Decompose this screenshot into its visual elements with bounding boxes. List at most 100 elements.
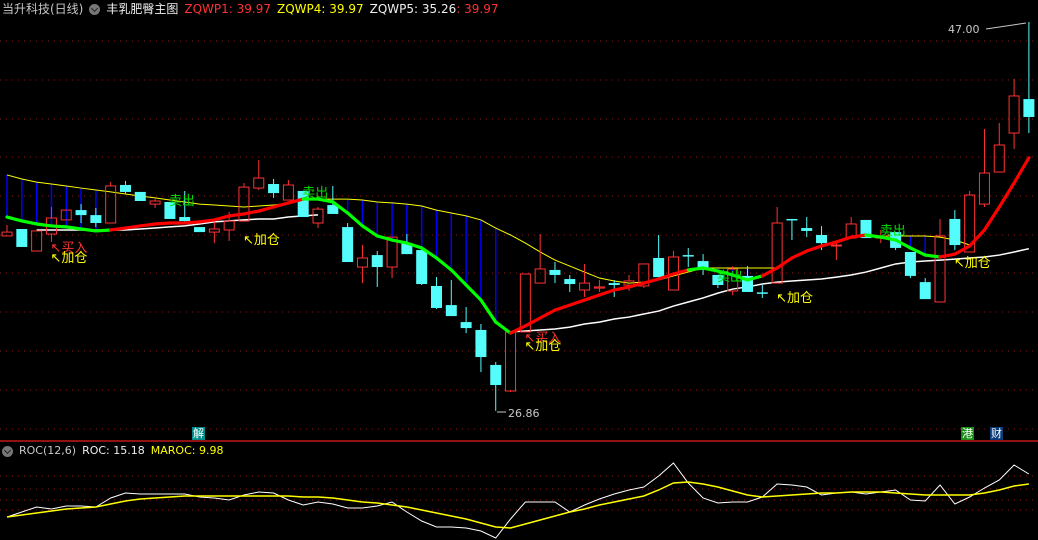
trend-segment [597, 288, 616, 297]
trend-segment [849, 233, 868, 239]
trend-segment [479, 298, 498, 324]
candle-down [475, 329, 487, 358]
trend-segment [805, 244, 824, 253]
trend-segment [671, 268, 690, 276]
maroc-value: MAROC: 9.98 [150, 444, 224, 457]
chevron-down-icon[interactable] [2, 445, 13, 457]
trend-segment [5, 215, 24, 223]
candle-down [430, 285, 442, 308]
trend-segment [612, 285, 631, 292]
candle-down [460, 322, 472, 329]
high-marker: 47.00 [948, 22, 1027, 36]
candle-down [416, 250, 428, 285]
event-tag-hk[interactable]: 港 [961, 427, 974, 440]
trend-segment [538, 308, 557, 320]
trend-segment [790, 249, 809, 260]
candle-up [830, 244, 842, 247]
candle-up [356, 257, 368, 268]
annotation-label: ↖加仓 [954, 256, 991, 271]
upper-line [6, 157, 1030, 284]
candle-down [445, 305, 457, 317]
trend-segment [94, 228, 113, 233]
trend-segment [464, 283, 483, 302]
main-chart-header: 当升科技(日线) 丰乳肥臀主图 ZQWP1: 39.97 ZQWP4: 39.9… [2, 2, 498, 16]
trend-segment [257, 205, 276, 213]
annotation-label: ↖加仓 [776, 291, 813, 306]
trend-segment [271, 201, 290, 209]
candle-down [342, 227, 354, 263]
trend-segment [49, 224, 68, 229]
zqwp5-value: ZQWP5: 35.26 [369, 2, 457, 16]
candle-down [949, 218, 961, 246]
trend-segment [494, 320, 513, 335]
chart-canvas[interactable]: ↖买入↖加仓卖出↖加仓卖出↖买入↖加仓卖出↖加仓卖出↖加仓 47.00 26.8… [0, 0, 1038, 540]
trend-segment [138, 222, 157, 228]
candle-down [194, 227, 206, 233]
candle-down [786, 218, 798, 221]
zqwp1-value: ZQWP1: 39.97 [184, 2, 272, 16]
trend-segment [582, 293, 602, 302]
trend-segment [242, 209, 261, 216]
candle-down [179, 217, 191, 222]
candle-up [993, 144, 1005, 173]
candle-up [253, 177, 265, 189]
trend-segment [360, 224, 379, 238]
candle-down [134, 191, 146, 202]
annotation-label: ↖加仓 [524, 339, 561, 354]
trend-segment [212, 214, 231, 222]
trend-segment [346, 211, 365, 228]
low-price-label: 26.86 [508, 407, 540, 420]
trend-segment [982, 205, 1001, 232]
candle-up [579, 282, 591, 291]
trend-segment [20, 219, 39, 226]
candle-up [771, 222, 783, 284]
trend-segment [523, 316, 542, 328]
trend-segment [834, 235, 853, 244]
trend-segment [79, 227, 98, 233]
candle-down [490, 364, 502, 386]
trend-segment [938, 252, 957, 259]
high-arrow-icon [985, 22, 1027, 30]
annotation-label: 卖出 [169, 194, 195, 209]
trend-segment [183, 220, 202, 225]
trend-segment [35, 222, 54, 228]
candle-down [816, 234, 828, 244]
roc-header: ROC(12,6) ROC: 15.18 MAROC: 9.98 [2, 444, 223, 458]
trend-segment [953, 244, 972, 256]
candle-down [90, 215, 102, 224]
trend-segment [227, 212, 246, 218]
candle-down [904, 251, 916, 276]
roc-value: ROC: 15.18 [82, 444, 145, 457]
candle-down [653, 257, 665, 278]
trend-segment [390, 238, 409, 245]
event-tag-finance[interactable]: 财 [990, 427, 1003, 440]
low-marker: 26.86 [497, 407, 540, 420]
candle-up [534, 268, 546, 284]
trend-segment [153, 221, 172, 226]
candle-up [223, 220, 235, 231]
chevron-down-icon[interactable] [89, 3, 101, 15]
trend-segment [686, 266, 705, 272]
trend-line [5, 156, 1031, 335]
annotation-label: ↖加仓 [243, 233, 280, 248]
candle-up [1008, 95, 1020, 134]
trend-segment [864, 233, 883, 239]
trend-segment [968, 228, 987, 248]
indicator-name[interactable]: 丰乳肥臀主图 [106, 2, 178, 16]
trend-segment [123, 224, 142, 230]
roc-indicator-name[interactable]: ROC(12,6) [19, 444, 76, 458]
candle-up [31, 230, 43, 252]
event-tag-unlock[interactable]: 解 [192, 427, 205, 440]
extra-value: : 39.97 [456, 2, 499, 16]
candle-down [919, 282, 931, 300]
annotation-label: 卖出 [717, 270, 743, 285]
trend-segment [923, 253, 942, 259]
maroc-line [6, 481, 1029, 529]
candle-up [312, 208, 324, 224]
annotation-label: 卖出 [302, 186, 328, 201]
high-price-label: 47.00 [948, 23, 980, 36]
roc-panel [6, 462, 1030, 539]
trend-segment [775, 256, 794, 270]
candle-up [208, 228, 220, 233]
trend-segment [568, 298, 587, 307]
